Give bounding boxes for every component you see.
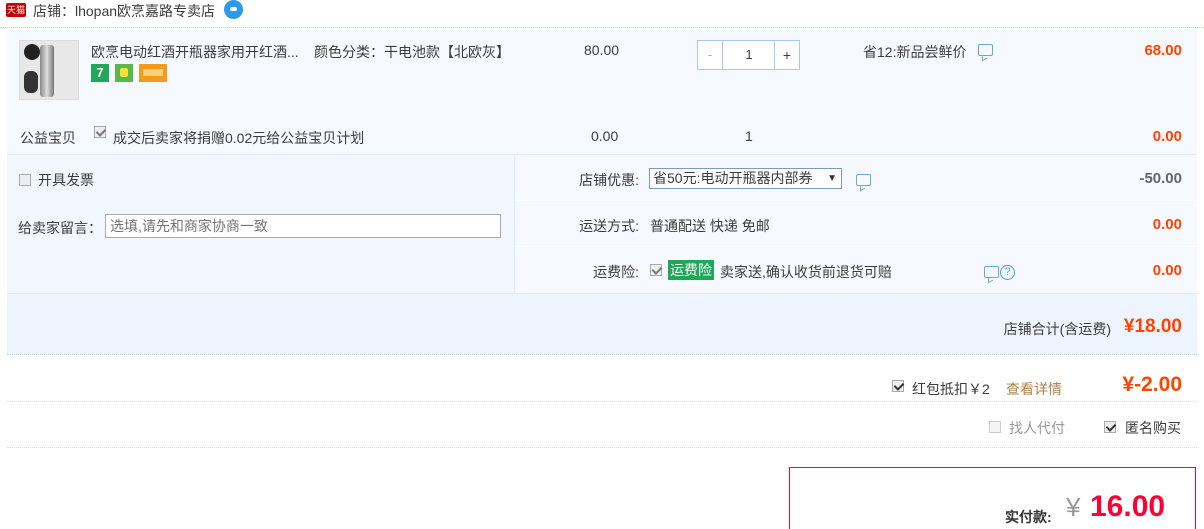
help-icon[interactable]: ? xyxy=(1000,264,1015,280)
insurance-icons: ? xyxy=(984,263,1015,280)
shop-subtotal-row: 店铺合计(含运费) ¥18.00 xyxy=(7,293,1197,354)
red-packet-details-link[interactable]: 查看详情 xyxy=(1006,379,1062,399)
invoice-option[interactable]: 开具发票 xyxy=(19,170,94,190)
shop-coupon-select[interactable]: 省50元:电动开瓶器内部券 ▼ xyxy=(649,168,842,189)
shipping-insurance-row: 运费险: 运费险 卖家送,确认收货前退货可赔 ? 0.00 xyxy=(516,247,1197,293)
quantity-stepper[interactable]: - 1 + xyxy=(697,40,800,70)
shop-name[interactable]: 店铺：lhopan欧烹嘉路专卖店 xyxy=(33,1,215,21)
proxy-pay-label[interactable]: 找人代付 xyxy=(1009,418,1065,438)
charity-label: 公益宝贝 xyxy=(20,130,76,146)
shipping-row: 运送方式: 普通配送 快递 免邮 0.00 xyxy=(516,201,1197,247)
quantity-decrease-button[interactable]: - xyxy=(698,41,723,69)
charity-text: 成交后卖家将捐赠0.02元给公益宝贝计划 xyxy=(113,130,365,146)
shipping-method: 普通配送 快递 免邮 xyxy=(650,218,770,234)
shipping-insurance-label: 运费险: xyxy=(593,264,639,280)
red-packet-value: ¥-2.00 xyxy=(1122,373,1182,396)
red-packet-row: 红包抵扣￥2 查看详情 ¥-2.00 xyxy=(7,360,1197,402)
promotion-message-icon[interactable] xyxy=(978,44,993,56)
section-divider xyxy=(7,354,1197,355)
shipping-label: 运送方式: xyxy=(579,218,639,234)
shop-subtotal-label: 店铺合计(含运费) xyxy=(1003,321,1111,337)
shipping-insurance-checkbox xyxy=(650,263,662,279)
seven-day-return-icon[interactable]: 7 xyxy=(91,64,109,82)
quantity-increase-button[interactable]: + xyxy=(774,41,799,69)
insurance-message-icon[interactable] xyxy=(984,266,999,279)
seller-message-input[interactable] xyxy=(105,214,501,238)
guarantee-icon[interactable] xyxy=(115,64,133,82)
wangwang-chat-icon[interactable] xyxy=(224,0,243,19)
payment-options-row: 找人代付 匿名购买 xyxy=(7,403,1197,448)
charity-checkbox xyxy=(94,125,106,141)
credit-card-icon[interactable] xyxy=(139,64,167,82)
invoice-checkbox[interactable] xyxy=(19,174,31,186)
charity-total: 0.00 xyxy=(1152,128,1182,145)
order-item-row: 欧烹电动红酒开瓶器家用开红酒... 颜色分类：干电池款【北欧灰】 7 80.00… xyxy=(7,29,1197,154)
charity-qty: 1 xyxy=(745,128,753,144)
shipping-insurance-value: 0.00 xyxy=(1152,262,1182,279)
invoice-message-panel: 开具发票 给卖家留言： xyxy=(7,154,515,293)
product-image-base xyxy=(24,71,38,93)
charity-price: 0.00 xyxy=(591,128,619,144)
red-packet-checkbox[interactable] xyxy=(892,379,904,395)
product-thumbnail[interactable] xyxy=(19,40,79,100)
shipping-insurance-badge: 运费险 xyxy=(668,260,714,280)
unit-price: 80.00 xyxy=(584,42,620,58)
shop-discount-value: -50.00 xyxy=(1139,170,1182,187)
order-area: 欧烹电动红酒开瓶器家用开红酒... 颜色分类：干电池款【北欧灰】 7 80.00… xyxy=(7,29,1197,354)
product-image-cap xyxy=(24,44,40,60)
promotion-text: 省12:新品尝鲜价 xyxy=(863,44,967,60)
shop-discount-label: 店铺优惠: xyxy=(579,172,639,188)
payment-total-label: 实付款: xyxy=(1005,509,1052,525)
tmall-badge: 天猫 xyxy=(6,3,26,17)
shop-subtotal-value: ¥18.00 xyxy=(1123,316,1182,337)
invoice-label: 开具发票 xyxy=(38,172,94,188)
coupon-message-icon[interactable] xyxy=(856,174,871,186)
item-total-price: 68.00 xyxy=(1144,42,1182,59)
anonymous-purchase-checkbox[interactable] xyxy=(1104,420,1116,436)
payment-total-amount: 16.00 xyxy=(1090,490,1166,523)
currency-symbol: ¥ xyxy=(1066,492,1081,522)
red-packet-text: 红包抵扣￥2 xyxy=(912,381,990,397)
dropdown-arrow-icon: ▼ xyxy=(827,173,837,184)
quantity-input[interactable]: 1 xyxy=(723,41,775,69)
shop-discount-row: 店铺优惠: 省50元:电动开瓶器内部券 ▼ -50.00 xyxy=(516,155,1197,201)
payment-total-box: 实付款: ¥ 16.00 xyxy=(789,467,1196,529)
shipping-insurance-text: 卖家送,确认收货前退货可赔 xyxy=(720,264,892,280)
proxy-pay-checkbox[interactable] xyxy=(989,420,1001,436)
product-title[interactable]: 欧烹电动红酒开瓶器家用开红酒... xyxy=(91,42,299,62)
shop-header: 天猫 店铺：lhopan欧烹嘉路专卖店 xyxy=(0,0,1204,28)
product-image-bottle xyxy=(40,45,54,97)
seller-message-label: 给卖家留言： xyxy=(18,220,102,236)
shipping-fee: 0.00 xyxy=(1152,216,1182,233)
product-sku: 颜色分类：干电池款【北欧灰】 xyxy=(314,44,510,60)
anonymous-purchase-label[interactable]: 匿名购买 xyxy=(1125,418,1181,438)
shop-coupon-value: 省50元:电动开瓶器内部券 xyxy=(653,170,813,186)
order-options-panel: 店铺优惠: 省50元:电动开瓶器内部券 ▼ -50.00 运送方式: 普通配送 … xyxy=(516,154,1197,293)
